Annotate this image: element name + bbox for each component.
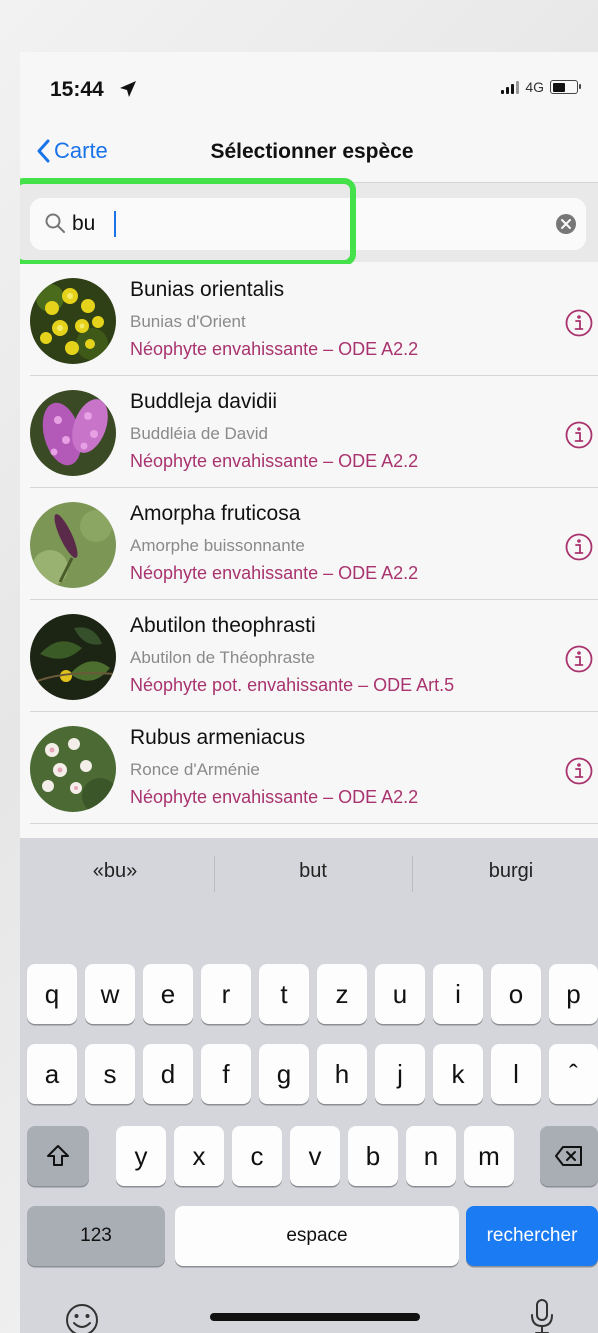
- key-r[interactable]: r: [201, 964, 251, 1024]
- key-e[interactable]: e: [143, 964, 193, 1024]
- info-icon[interactable]: [564, 420, 594, 450]
- clear-search-button[interactable]: [556, 214, 576, 234]
- status-bar: 15:44 4G: [20, 52, 598, 126]
- scientific-name: Buddleja davidii: [130, 390, 278, 413]
- species-thumbnail: [30, 278, 116, 364]
- list-item[interactable]: Bunias orientalis Bunias d'Orient Néophy…: [20, 264, 598, 376]
- status-indicators: 4G: [501, 79, 581, 95]
- key-l[interactable]: l: [491, 1044, 541, 1104]
- invasive-status: Néophyte pot. envahissante – ODE Art.5: [130, 675, 455, 695]
- suggestion-2[interactable]: but: [218, 860, 408, 883]
- scientific-name: Rubus armeniacus: [130, 726, 306, 749]
- key-y[interactable]: y: [116, 1126, 166, 1186]
- scientific-name: Bunias orientalis: [130, 278, 285, 301]
- info-icon[interactable]: [564, 308, 594, 338]
- key-u[interactable]: u: [375, 964, 425, 1024]
- invasive-status: Néophyte envahissante – ODE A2.2: [130, 787, 419, 807]
- key-g[interactable]: g: [259, 1044, 309, 1104]
- keyboard: «bu» but burgi q w e r t z u i o p a s d…: [20, 838, 598, 1333]
- space-key[interactable]: espace: [175, 1206, 459, 1266]
- shift-key[interactable]: [27, 1126, 89, 1186]
- info-icon[interactable]: [564, 756, 594, 786]
- list-item[interactable]: Rubus armeniacus Ronce d'Arménie Néophyt…: [20, 712, 598, 824]
- search-field[interactable]: [30, 198, 586, 250]
- species-thumbnail: [30, 390, 116, 476]
- suggestion-1[interactable]: «bu»: [20, 860, 210, 883]
- key-v[interactable]: v: [290, 1126, 340, 1186]
- key-p[interactable]: p: [549, 964, 598, 1024]
- common-name: Amorphe buissonnante: [130, 536, 305, 555]
- key-h[interactable]: h: [317, 1044, 367, 1104]
- species-results-list: Bunias orientalis Bunias d'Orient Néophy…: [20, 264, 598, 838]
- info-icon[interactable]: [564, 532, 594, 562]
- signal-icon: [501, 80, 520, 94]
- species-thumbnail: [30, 726, 116, 812]
- text-caret: [114, 211, 116, 237]
- key-f[interactable]: f: [201, 1044, 251, 1104]
- key-w[interactable]: w: [85, 964, 135, 1024]
- backspace-key[interactable]: [540, 1126, 598, 1186]
- common-name: Abutilon de Théophraste: [130, 648, 315, 667]
- species-thumbnail: [30, 614, 116, 700]
- key-q[interactable]: q: [27, 964, 77, 1024]
- search-icon: [45, 213, 65, 233]
- key-k[interactable]: k: [433, 1044, 483, 1104]
- status-time: 15:44: [50, 78, 104, 101]
- suggestion-3[interactable]: burgi: [416, 860, 598, 883]
- backspace-icon: [555, 1146, 582, 1166]
- emoji-icon[interactable]: [62, 1300, 102, 1333]
- key-x[interactable]: x: [174, 1126, 224, 1186]
- invasive-status: Néophyte envahissante – ODE A2.2: [130, 563, 419, 583]
- scientific-name: Amorpha fruticosa: [130, 502, 301, 525]
- info-icon[interactable]: [564, 644, 594, 674]
- search-submit-key[interactable]: rechercher: [466, 1206, 598, 1266]
- key-d[interactable]: d: [143, 1044, 193, 1104]
- battery-icon: [550, 80, 581, 94]
- key-o[interactable]: o: [491, 964, 541, 1024]
- list-item[interactable]: Buddleja davidii Buddléia de David Néoph…: [20, 376, 598, 488]
- list-item[interactable]: Amorpha fruticosa Amorphe buissonnante N…: [20, 488, 598, 600]
- network-label: 4G: [525, 79, 544, 95]
- scientific-name: Abutilon theophrasti: [130, 614, 316, 637]
- suggestion-divider: [412, 856, 413, 892]
- list-item[interactable]: Abutilon theophrasti Abutilon de Théophr…: [20, 600, 598, 712]
- invasive-status: Néophyte envahissante – ODE A2.2: [130, 451, 419, 471]
- key-b[interactable]: b: [348, 1126, 398, 1186]
- microphone-icon[interactable]: [522, 1296, 562, 1333]
- home-indicator: [210, 1313, 420, 1321]
- suggestion-divider: [214, 856, 215, 892]
- row-divider: [30, 823, 598, 824]
- phone-screen: 15:44 4G Carte Sélectionner espèce bu Bu…: [20, 52, 598, 1333]
- search-bar-area: [20, 178, 598, 266]
- numbers-key[interactable]: 123: [27, 1206, 165, 1266]
- common-name: Bunias d'Orient: [130, 312, 246, 331]
- key-t[interactable]: t: [259, 964, 309, 1024]
- page-title: Sélectionner espèce: [210, 140, 414, 163]
- shift-icon: [47, 1145, 69, 1166]
- key-i[interactable]: i: [433, 964, 483, 1024]
- navigation-bar: Carte Sélectionner espèce: [20, 126, 598, 182]
- common-name: Buddléia de David: [130, 424, 268, 443]
- key-z[interactable]: z: [317, 964, 367, 1024]
- close-icon: [561, 219, 571, 229]
- key-circumflex[interactable]: ˆ: [549, 1044, 598, 1104]
- key-m[interactable]: m: [464, 1126, 514, 1186]
- key-s[interactable]: s: [85, 1044, 135, 1104]
- key-j[interactable]: j: [375, 1044, 425, 1104]
- suggestion-bar: «bu» but burgi: [20, 838, 598, 908]
- search-input[interactable]: [72, 208, 532, 240]
- location-arrow-icon: [120, 81, 136, 97]
- common-name: Ronce d'Arménie: [130, 760, 260, 779]
- invasive-status: Néophyte envahissante – ODE A2.2: [130, 339, 419, 359]
- key-a[interactable]: a: [27, 1044, 77, 1104]
- key-n[interactable]: n: [406, 1126, 456, 1186]
- key-c[interactable]: c: [232, 1126, 282, 1186]
- species-thumbnail: [30, 502, 116, 588]
